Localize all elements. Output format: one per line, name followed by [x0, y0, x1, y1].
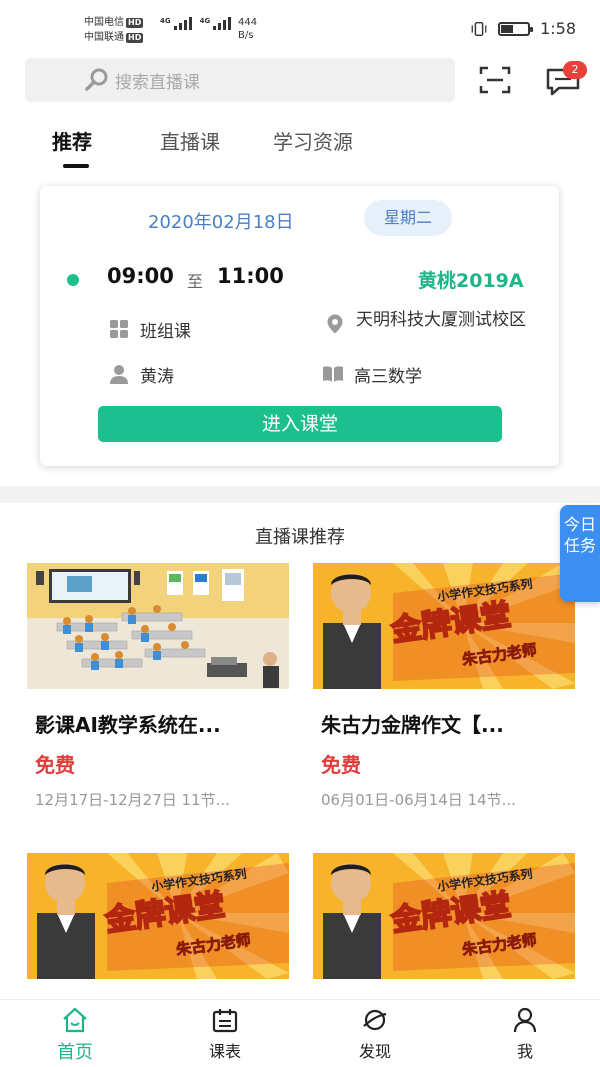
hd-badge: HD [126, 17, 144, 28]
book-icon [323, 366, 343, 382]
classroom-illustration [27, 563, 289, 689]
gold-class-banner: 小学作文技巧系列 金牌课堂 朱古力老师 [313, 563, 575, 689]
course-title: 朱古力金牌作文【... [321, 713, 504, 737]
subject: 高三数学 [322, 362, 422, 387]
location-pin-icon [327, 314, 343, 334]
nav-schedule[interactable]: 课表 [175, 1006, 275, 1062]
signal-icon: 4G [200, 17, 232, 30]
course-card[interactable]: 小学作文技巧系列 金牌课堂 朱古力老师 [27, 853, 289, 979]
vibrate-icon [471, 21, 487, 36]
course-meta: 12月17日-12月27日 11节... [35, 791, 230, 809]
course-type: 班组课 [108, 317, 191, 342]
network-speed: 444 B/s [238, 17, 258, 41]
nav-discover[interactable]: 发现 [325, 1006, 425, 1062]
course-price: 免费 [35, 753, 75, 777]
course-card[interactable]: 小学作文技巧系列 金牌课堂 朱古力老师 [313, 853, 575, 979]
hd-badge: HD [126, 32, 144, 43]
status-bar: 中国电信 HD 中国联通 HD 4G 4G 444 B/s 1:58 [0, 0, 600, 56]
tab-learning-resources[interactable]: 学习资源 [273, 126, 353, 155]
clock: 1:58 [540, 19, 576, 38]
person-icon [513, 1007, 537, 1033]
nav-home[interactable]: 首页 [25, 1006, 125, 1064]
course-thumbnail: 小学作文技巧系列 金牌课堂 朱古力老师 [313, 853, 575, 979]
signal-icon: 4G [160, 17, 192, 30]
schedule-date: 2020年02月18日 [148, 212, 294, 233]
nav-me[interactable]: 我 [475, 1006, 575, 1062]
carrier-info: 中国电信 HD 中国联通 HD [84, 15, 144, 45]
top-tabs: 推荐 直播课 学习资源 [0, 122, 600, 172]
message-badge: 2 [563, 61, 587, 79]
course-meta: 06月01日-06月14日 14节... [321, 791, 516, 809]
course-title: 影课AI教学系统在... [35, 713, 221, 737]
bottom-navigation: 首页 课表 发现 我 [0, 999, 600, 1067]
scan-icon[interactable] [479, 66, 511, 94]
status-dot [67, 274, 79, 286]
daily-task-button[interactable]: 今日任务 [560, 505, 600, 602]
course-thumbnail: 小学作文技巧系列 金牌课堂 朱古力老师 [313, 563, 575, 689]
time-separator: 至 [187, 272, 204, 291]
carrier-2: 中国联通 [84, 32, 124, 43]
weekday-badge: 星期二 [364, 200, 452, 236]
teacher: 黄涛 [108, 362, 174, 387]
class-name: 黄桃2019A [418, 270, 524, 292]
tab-recommend[interactable]: 推荐 [52, 126, 92, 155]
course-thumbnail [27, 563, 289, 689]
course-card[interactable]: 小学作文技巧系列 金牌课堂 朱古力老师 朱古力金牌作文【... 免费 06月01… [313, 563, 575, 823]
enter-classroom-button[interactable]: 进入课堂 [98, 406, 502, 442]
live-course-recommendations: 直播课推荐 影课AI教学系统在... 免费 12月17日-12月27日 11节.… [0, 503, 600, 999]
tab-live-courses[interactable]: 直播课 [160, 126, 220, 155]
battery-icon [498, 21, 534, 36]
home-header: 搜索直播课 2 推荐 直播课 学习资源 2020年02月18日 星期二 09:0… [0, 56, 600, 486]
gold-class-banner: 小学作文技巧系列 金牌课堂 朱古力老师 [27, 853, 289, 979]
grid-icon [110, 320, 128, 338]
start-time: 09:00 [107, 264, 174, 288]
signal-indicators: 4G 4G [160, 17, 232, 30]
discover-icon [363, 1009, 387, 1031]
home-icon [63, 1007, 87, 1033]
tab-indicator [63, 164, 89, 168]
person-icon [110, 365, 128, 384]
course-thumbnail: 小学作文技巧系列 金牌课堂 朱古力老师 [27, 853, 289, 979]
schedule-card[interactable]: 2020年02月18日 星期二 09:00 至 11:00 黄桃2019A 班组… [40, 186, 559, 466]
search-placeholder: 搜索直播课 [115, 72, 200, 93]
search-bar[interactable]: 搜索直播课 [25, 58, 455, 102]
section-title: 直播课推荐 [255, 527, 345, 548]
location: 天明科技大厦测试校区 [324, 310, 539, 335]
calendar-icon [212, 1009, 238, 1033]
course-price: 免费 [321, 753, 361, 777]
end-time: 11:00 [217, 264, 284, 288]
carrier-1: 中国电信 [84, 17, 124, 28]
gold-class-banner: 小学作文技巧系列 金牌课堂 朱古力老师 [313, 853, 575, 979]
search-icon [85, 68, 108, 91]
course-card[interactable]: 影课AI教学系统在... 免费 12月17日-12月27日 11节... [27, 563, 289, 823]
